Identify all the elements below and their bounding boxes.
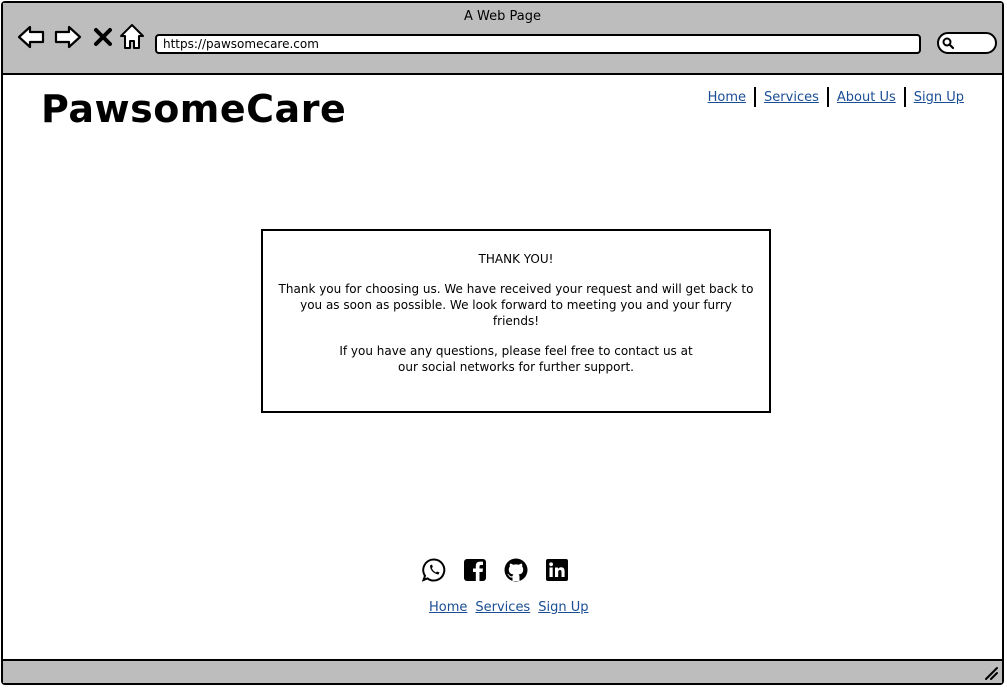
browser-chrome: A Web Page https://pawsomecare.com <box>3 3 1002 75</box>
footer-link-sign-up[interactable]: Sign Up <box>538 600 588 615</box>
back-arrow-icon[interactable] <box>17 23 45 51</box>
thank-you-message: Thank you for choosing us. We have recei… <box>278 282 754 328</box>
social-links <box>421 557 570 583</box>
facebook-icon[interactable] <box>462 557 488 583</box>
nav-link-home[interactable]: Home <box>700 90 754 105</box>
footer-link-home[interactable]: Home <box>429 600 467 615</box>
browser-search-box[interactable] <box>937 32 997 54</box>
home-icon[interactable] <box>119 23 145 51</box>
nav-link-sign-up[interactable]: Sign Up <box>906 90 972 105</box>
linkedin-icon[interactable] <box>544 557 570 583</box>
resize-grip-icon[interactable] <box>984 666 998 680</box>
address-bar[interactable]: https://pawsomecare.com <box>155 34 921 54</box>
thank-you-heading: THANK YOU! <box>478 252 554 266</box>
forward-arrow-icon[interactable] <box>54 23 82 51</box>
browser-window: A Web Page https://pawsomecare.com Pawso… <box>1 1 1004 685</box>
status-bar <box>3 659 1002 683</box>
github-icon[interactable] <box>503 557 529 583</box>
search-icon <box>942 37 955 50</box>
thank-you-card: THANK YOU! Thank you for choosing us. We… <box>261 229 771 413</box>
top-navigation: Home Services About Us Sign Up <box>700 87 972 107</box>
whatsapp-icon[interactable] <box>421 557 447 583</box>
contact-message: If you have any questions, please feel f… <box>339 344 693 374</box>
close-icon[interactable] <box>93 27 113 47</box>
window-title: A Web Page <box>464 9 541 24</box>
nav-link-about-us[interactable]: About Us <box>829 90 904 105</box>
footer-link-services[interactable]: Services <box>475 600 530 615</box>
site-logo[interactable]: PawsomeCare <box>41 87 346 131</box>
footer-navigation: Home Services Sign Up <box>429 600 588 615</box>
nav-link-services[interactable]: Services <box>756 90 827 105</box>
